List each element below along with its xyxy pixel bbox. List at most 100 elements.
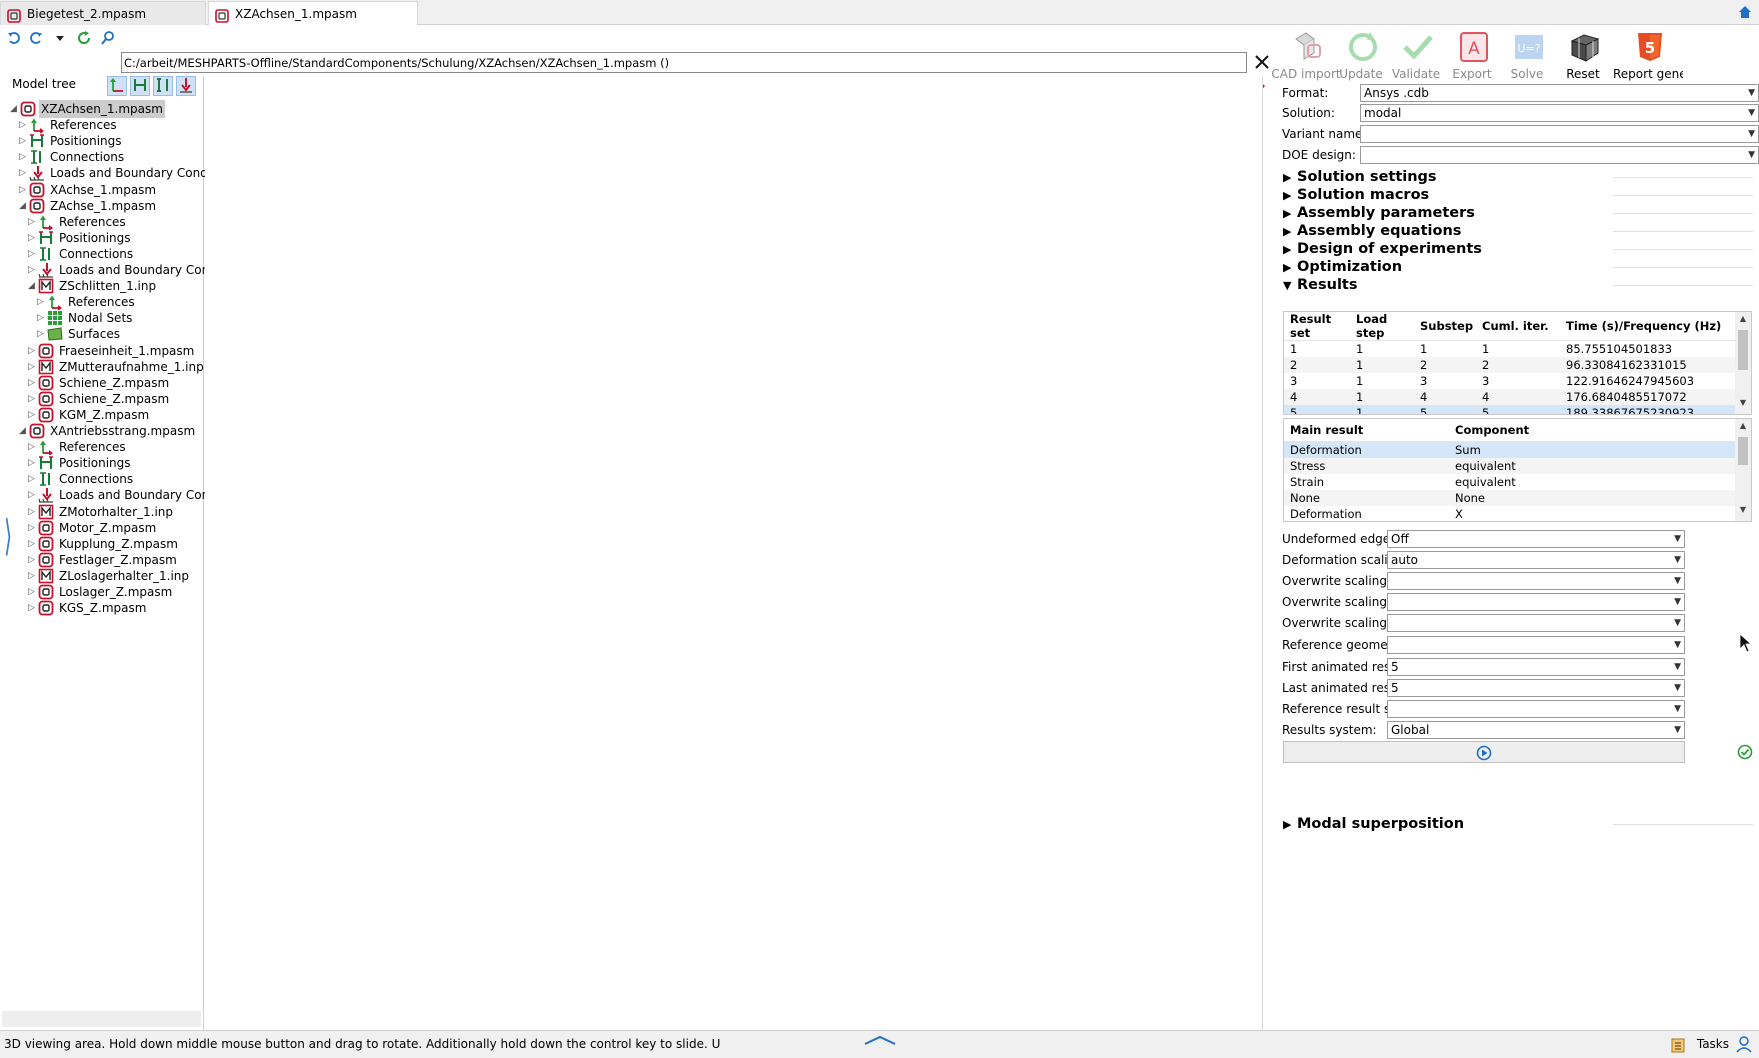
expand-arrow-icon[interactable]: ▷ (28, 599, 38, 617)
table-row[interactable]: Stress equivalent (1284, 457, 1736, 474)
table-row[interactable]: 2 1 2 2 96.33084162331015 (1284, 357, 1736, 373)
close-icon[interactable] (1252, 52, 1272, 72)
last-animated-result-select[interactable]: 5 ▼ (1387, 679, 1685, 697)
scroll-thumb[interactable] (1738, 330, 1748, 370)
overwrite-scaling-y-label: Overwrite scaling Y: (1282, 595, 1401, 609)
expand-panel-chevron-icon[interactable] (863, 1033, 897, 1050)
format-select[interactable]: Ansys .cdb ▼ (1360, 84, 1759, 102)
reset-button[interactable]: Reset (1552, 29, 1614, 85)
scroll-down-icon[interactable]: ▼ (1735, 505, 1751, 519)
search-icon[interactable] (98, 28, 118, 48)
table-cell: 5 (1284, 405, 1350, 414)
first-animated-result-value: 5 (1391, 660, 1399, 674)
animation-bar (1283, 741, 1685, 763)
column-header[interactable]: Main result (1284, 419, 1449, 442)
table-row[interactable]: 3 1 3 3 122.91646247945603 (1284, 373, 1736, 389)
table-row[interactable]: 5 1 5 5 189.33867675230923 (1284, 405, 1736, 414)
3d-viewing-area[interactable] (205, 76, 1263, 1030)
main-result-table-header: Main result Component (1284, 419, 1736, 442)
table-row[interactable]: Strain equivalent (1284, 474, 1736, 490)
section-design-of-experiments[interactable]: ▶ Design of experiments (1283, 240, 1753, 259)
table-row[interactable]: 1 1 1 1 85.755104501833 (1284, 341, 1736, 358)
table-cell: 1 (1350, 357, 1414, 373)
deformation-scaling-select[interactable]: auto ▼ (1387, 551, 1685, 569)
collapse-panel-handle[interactable]: ⟩ (4, 511, 12, 561)
first-animated-result-select[interactable]: 5 ▼ (1387, 658, 1685, 676)
reset-icon (1567, 29, 1603, 65)
tab-xzachsen[interactable]: XZAchsen_1.mpasm (208, 1, 418, 25)
variant-name-label: Variant name: (1282, 127, 1367, 141)
table-cell: 1 (1356, 342, 1364, 356)
expand-arrow-icon[interactable]: ▷ (28, 406, 38, 424)
user-icon[interactable] (1735, 1035, 1753, 1056)
file-path-input[interactable] (121, 52, 1247, 73)
assembly-icon (38, 375, 54, 391)
model-tree-panel: Model tree ◢ XZAchsen_1.mpasm ▷ References ▷… (0, 76, 226, 1030)
column-header[interactable]: Substep (1414, 312, 1476, 341)
overwrite-scaling-z-select[interactable]: ▼ (1387, 614, 1685, 632)
column-header[interactable]: Result set (1284, 312, 1350, 341)
section-solution-macros[interactable]: ▶ Solution macros (1283, 186, 1753, 205)
table-cell: 3 (1420, 374, 1428, 388)
section-results[interactable]: ▼ Results (1283, 276, 1753, 295)
section-solution-settings[interactable]: ▶ Solution settings (1283, 168, 1753, 187)
references-icon (47, 294, 63, 312)
export-icon: A (1456, 29, 1492, 65)
variant-name-select[interactable]: ▼ (1360, 125, 1759, 143)
refresh-icon[interactable] (74, 28, 94, 48)
table-cell: 4 (1414, 389, 1476, 405)
expand-arrow-icon: ▶ (1283, 243, 1292, 256)
redo-icon[interactable] (26, 28, 46, 48)
column-header[interactable]: Time (s)/Frequency (Hz) (1560, 312, 1736, 341)
tasks-icon[interactable] (1670, 1037, 1686, 1056)
section-assembly-parameters[interactable]: ▶ Assembly parameters (1283, 204, 1753, 223)
scroll-up-icon[interactable]: ▲ (1735, 314, 1751, 328)
svg-text:5: 5 (1645, 39, 1655, 57)
report-generatc-button[interactable]: 5 Report generatc (1613, 29, 1683, 85)
chevron-down-icon: ▼ (1674, 683, 1681, 693)
chevron-down-icon: ▼ (1674, 725, 1681, 735)
undeformed-edges-label: Undeformed edges: (1282, 532, 1401, 546)
section-assembly-equations[interactable]: ▶ Assembly equations (1283, 222, 1753, 241)
table-row[interactable]: 4 1 4 4 176.6840485517072 (1284, 389, 1736, 405)
results-system-select[interactable]: Global ▼ (1387, 721, 1685, 739)
expand-arrow-icon[interactable]: ▷ (37, 325, 47, 343)
horizontal-scrollbar[interactable] (2, 1011, 201, 1027)
undo-icon[interactable] (4, 28, 24, 48)
table-row[interactable]: None None (1284, 489, 1736, 506)
overwrite-scaling-y-select[interactable]: ▼ (1387, 593, 1685, 611)
overwrite-scaling-z-label: Overwrite scaling Z: (1282, 616, 1404, 630)
section-optimization[interactable]: ▶ Optimization (1283, 258, 1753, 277)
main-result-scrollbar[interactable]: ▲ ▼ (1735, 419, 1751, 521)
reference-result-set-select[interactable]: ▼ (1387, 700, 1685, 718)
column-header[interactable]: Cuml. iter. (1476, 312, 1560, 341)
solution-value: modal (1364, 106, 1402, 120)
undeformed-edges-select[interactable]: Off ▼ (1387, 530, 1685, 548)
doe-design-select[interactable]: ▼ (1360, 146, 1759, 164)
collapse-arrow-icon: ▼ (1283, 279, 1292, 292)
section-label: Results (1297, 277, 1358, 293)
reference-geometry-select[interactable]: ▼ (1387, 636, 1685, 654)
results-table-scrollbar[interactable]: ▲ ▼ (1735, 312, 1751, 414)
table-row[interactable]: Deformation Sum (1284, 441, 1736, 458)
positionings-icon (29, 133, 45, 149)
column-header[interactable]: Load step (1350, 312, 1414, 341)
table-row[interactable]: Deformation X (1284, 506, 1736, 522)
play-animation-icon[interactable] (1476, 745, 1492, 764)
solution-select[interactable]: modal ▼ (1360, 104, 1759, 122)
section-divider (1613, 231, 1753, 232)
history-dropdown-icon[interactable] (50, 28, 70, 48)
overwrite-scaling-x-select[interactable]: ▼ (1387, 572, 1685, 590)
references-icon (29, 117, 45, 135)
scroll-down-icon[interactable]: ▼ (1735, 398, 1751, 412)
column-header[interactable]: Component (1449, 419, 1736, 442)
home-icon[interactable] (1737, 4, 1753, 23)
scroll-up-icon[interactable]: ▲ (1735, 421, 1751, 435)
section-label: Modal superposition (1297, 816, 1465, 832)
tasks-button[interactable]: Tasks (1697, 1037, 1729, 1051)
section-modal-superposition[interactable]: ▶ Modal superposition (1283, 815, 1753, 834)
main-toolbar: X+ X- Y+ Y- Z+ Z- (0, 26, 1275, 97)
scroll-thumb[interactable] (1738, 437, 1748, 465)
tab-biegetest[interactable]: Biegetest_2.mpasm (0, 1, 206, 25)
table-cell: 1 (1420, 342, 1428, 356)
